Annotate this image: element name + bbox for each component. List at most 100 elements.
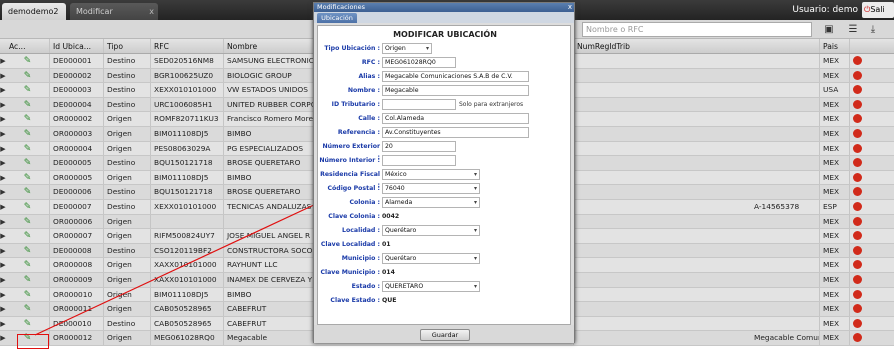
edit-icon[interactable]: ✎ bbox=[6, 287, 50, 302]
cell-numregidtrib bbox=[574, 83, 820, 97]
cell-id: DE000005 bbox=[50, 156, 104, 170]
delete-button[interactable] bbox=[850, 156, 866, 170]
label-numero-interior: Número Interior : bbox=[319, 157, 380, 164]
edit-icon[interactable]: ✎ bbox=[6, 199, 50, 214]
edit-icon[interactable]: ✎ bbox=[6, 156, 50, 170]
codigo-postal-select[interactable]: 76040 ▾ bbox=[382, 183, 480, 194]
edit-icon[interactable]: ✎ bbox=[6, 83, 50, 97]
delete-button[interactable] bbox=[850, 69, 866, 83]
edit-icon[interactable]: ✎ bbox=[6, 126, 50, 141]
col-id[interactable]: Id Ubica... bbox=[50, 39, 104, 53]
numero-interior-field[interactable] bbox=[382, 155, 456, 166]
edit-icon[interactable]: ✎ bbox=[6, 68, 50, 83]
edit-icon[interactable]: ✎ bbox=[6, 170, 50, 185]
tab-modificar-ubicacion[interactable]: Modificar Ubicación3x bbox=[70, 3, 158, 33]
localidad-select[interactable]: Querétaro ▾ bbox=[382, 225, 480, 236]
cell-id: OR000010 bbox=[50, 287, 104, 302]
delete-button[interactable] bbox=[850, 302, 866, 316]
tab-label: demodemo2 bbox=[8, 7, 59, 16]
delete-button[interactable] bbox=[850, 142, 866, 156]
dialog-tabs: Ubicación bbox=[314, 12, 574, 23]
delete-button[interactable] bbox=[850, 98, 866, 112]
rfc-field[interactable]: MEG061028RQ0 bbox=[382, 57, 456, 68]
tipo-select[interactable]: Origen ▾ bbox=[382, 43, 432, 54]
delete-button[interactable] bbox=[850, 258, 866, 272]
col-rfc[interactable]: RFC bbox=[151, 39, 224, 53]
close-icon[interactable]: x bbox=[149, 3, 154, 20]
delete-button[interactable] bbox=[850, 185, 866, 199]
numero-exterior-field[interactable]: 20 bbox=[382, 141, 456, 152]
delete-button[interactable] bbox=[850, 200, 866, 214]
delete-icon bbox=[853, 289, 862, 299]
tipo-value: Origen bbox=[385, 45, 406, 52]
delete-button[interactable] bbox=[850, 215, 866, 229]
col-numregidtrib[interactable]: NumRegIdTrib bbox=[574, 39, 820, 53]
edit-icon[interactable]: ✎ bbox=[6, 316, 50, 331]
list-icon[interactable]: ☰ bbox=[846, 23, 860, 36]
cell-id: OR000003 bbox=[50, 126, 104, 141]
delete-button[interactable] bbox=[850, 127, 866, 141]
tab-ubicacion[interactable]: Ubicación bbox=[317, 13, 357, 23]
label-codigo-postal: Código Postal : bbox=[327, 185, 380, 192]
col-pais[interactable]: Pais bbox=[820, 39, 850, 53]
delete-icon bbox=[853, 143, 862, 153]
edit-icon[interactable]: ✎ bbox=[6, 54, 50, 68]
delete-button[interactable] bbox=[850, 229, 866, 243]
form-title: MODIFICAR UBICACIÓN bbox=[393, 30, 497, 39]
label-id-tributario: ID Tributario : bbox=[331, 101, 380, 108]
edit-icon[interactable]: ✎ bbox=[6, 141, 50, 156]
modify-location-dialog: Modificaciones x Ubicación MODIFICAR UBIC… bbox=[313, 2, 575, 343]
delete-button[interactable] bbox=[850, 83, 866, 97]
delete-icon bbox=[853, 318, 862, 328]
edit-icon[interactable]: ✎ bbox=[6, 214, 50, 229]
col-tipo[interactable]: Tipo bbox=[104, 39, 151, 53]
logout-button[interactable]: ⏻Sali bbox=[862, 2, 894, 18]
cp-value: 76040 bbox=[385, 185, 405, 192]
edit-icon[interactable]: ✎ bbox=[6, 243, 50, 258]
estado-select[interactable]: QUERETARO ▾ bbox=[382, 281, 480, 292]
delete-button[interactable] bbox=[850, 112, 866, 126]
delete-button[interactable] bbox=[850, 171, 866, 185]
delete-button[interactable] bbox=[850, 54, 866, 68]
calle-field[interactable]: Col.Alameda bbox=[382, 113, 529, 124]
delete-button[interactable] bbox=[850, 244, 866, 258]
cell-id: DE000007 bbox=[50, 199, 104, 214]
edit-icon[interactable]: ✎ bbox=[6, 112, 50, 126]
delete-icon bbox=[853, 172, 862, 182]
edit-icon[interactable]: ✎ bbox=[6, 272, 50, 287]
cell-rfc: PES08063029A bbox=[151, 141, 224, 156]
cell-tipo: Origen bbox=[104, 258, 151, 272]
delete-button[interactable] bbox=[850, 331, 866, 345]
id-tributario-note: Solo para extranjeros bbox=[459, 101, 524, 108]
colonia-select[interactable]: Alameda ▾ bbox=[382, 197, 480, 208]
vehicle-icon[interactable]: ▣ bbox=[822, 23, 836, 36]
cell-numregidtrib: Megacable Comun... bbox=[574, 331, 820, 345]
cell-numregidtrib bbox=[574, 126, 820, 141]
save-button[interactable]: Guardar bbox=[420, 329, 470, 341]
delete-button[interactable] bbox=[850, 288, 866, 302]
edit-icon[interactable]: ✎ bbox=[6, 302, 50, 316]
municipio-select[interactable]: Querétaro ▾ bbox=[382, 253, 480, 264]
edit-icon[interactable]: ✎ bbox=[6, 258, 50, 272]
residencia-fiscal-select[interactable]: México ▾ bbox=[382, 169, 480, 180]
edit-icon[interactable]: ✎ bbox=[6, 229, 50, 243]
delete-icon bbox=[853, 128, 862, 138]
cell-id: DE000010 bbox=[50, 316, 104, 331]
col-acciones[interactable]: Ac... bbox=[6, 39, 50, 53]
referencia-field[interactable]: Av.Constituyentes bbox=[382, 127, 529, 138]
close-icon[interactable]: x bbox=[568, 3, 572, 12]
tab-demodemo2[interactable]: demodemo2 bbox=[2, 3, 66, 20]
cell-tipo: Origen bbox=[104, 331, 151, 345]
export-icon[interactable]: ⤓ bbox=[866, 23, 880, 36]
delete-button[interactable] bbox=[850, 273, 866, 287]
id-tributario-field[interactable] bbox=[382, 99, 456, 110]
alias-field[interactable]: Megacable Comunicaciones S.A.B de C.V. bbox=[382, 71, 529, 82]
label-nombre: Nombre : bbox=[347, 87, 380, 94]
delete-button[interactable] bbox=[850, 317, 866, 331]
delete-icon bbox=[853, 274, 862, 284]
search-input[interactable]: Nombre o RFC bbox=[582, 22, 812, 37]
edit-icon[interactable]: ✎ bbox=[6, 185, 50, 199]
cell-rfc: SED020516NM8 bbox=[151, 54, 224, 68]
edit-icon[interactable]: ✎ bbox=[6, 97, 50, 112]
nombre-field[interactable]: Megacable bbox=[382, 85, 529, 96]
